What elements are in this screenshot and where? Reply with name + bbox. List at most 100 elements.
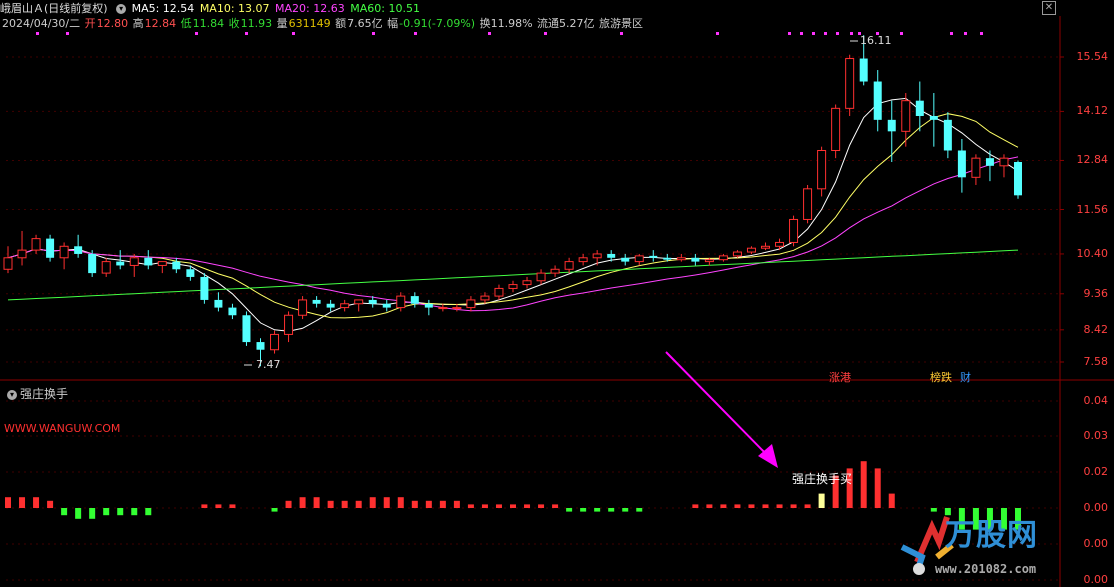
signal-bar-positive [327, 500, 334, 508]
dropdown-icon[interactable]: ▾ [116, 4, 127, 14]
candle-body-up [676, 257, 686, 261]
candle-body-up [480, 295, 490, 301]
ma5-line [7, 97, 1019, 332]
candle-body-down [859, 58, 868, 82]
turnover-value: 换11.98% [479, 17, 533, 30]
signal-bar-negative [271, 508, 278, 512]
marker-dot [836, 32, 839, 35]
candle-body-down [214, 299, 223, 308]
candle-body-up [775, 241, 785, 247]
price-tick-label: 12.84 [1076, 153, 1109, 167]
amount-label: 额 [335, 17, 347, 30]
signal-bar-negative [594, 508, 601, 512]
candle-body-down [985, 158, 994, 166]
candle-body-up [817, 149, 827, 190]
signal-bar-positive [439, 500, 446, 508]
signal-bar-positive [383, 497, 390, 508]
candle-body-up [578, 257, 588, 263]
marker-dot [950, 32, 953, 35]
signal-bar-positive [860, 461, 867, 508]
signal-bar-positive [524, 504, 531, 508]
candle-body-down [691, 257, 700, 262]
signal-bar-positive [5, 497, 11, 508]
ma5-value: MA5: 12.54 [131, 2, 195, 15]
candle-body-up [270, 333, 280, 351]
rank-down-badge[interactable]: 榜跌 [929, 369, 953, 385]
finance-badge[interactable]: 财 [959, 369, 972, 385]
high-value: 12.84 [144, 17, 177, 30]
arrow-shaft [665, 351, 771, 459]
candle-body-up [564, 261, 574, 270]
moving-average-lines [7, 97, 1019, 332]
signal-bar-negative [566, 508, 573, 512]
stock-title[interactable]: 峨眉山Ａ(日线前复权) [0, 2, 108, 15]
signal-bar-positive [201, 504, 208, 508]
indicator-dropdown-icon[interactable]: ▾ [7, 389, 17, 400]
candle-body-up [31, 238, 41, 251]
signal-bar-positive [888, 493, 895, 508]
candle-body-up [59, 245, 69, 259]
marker-dot [245, 32, 248, 35]
signal-bar-positive [313, 497, 320, 508]
candle-body-up [971, 157, 981, 178]
close-label: 收 [228, 17, 240, 30]
signal-bar-positive [467, 504, 474, 508]
marker-dot [788, 32, 791, 35]
signal-bar-positive [692, 504, 699, 508]
candle-body-up [157, 261, 167, 266]
candle-body-up [845, 58, 855, 109]
candle-body-down [663, 257, 672, 260]
signal-bar-positive [762, 504, 769, 508]
indicator-title[interactable]: ▾ 强庄换手 [4, 385, 68, 402]
date-value: 2024/04/30/二 [2, 17, 81, 30]
candle-body-down [88, 253, 97, 274]
signal-bar-positive [33, 497, 40, 508]
signal-bar-positive [552, 504, 559, 508]
sector-value[interactable]: 旅游景区 [599, 17, 643, 30]
signal-bar-negative [580, 508, 587, 512]
low-label: 低 [180, 17, 192, 30]
limit-up-badge[interactable]: 涨港 [828, 369, 852, 385]
indicator-bar-series [5, 461, 1021, 530]
candle-body-up [761, 245, 770, 249]
top-markers [36, 32, 983, 35]
signal-bar-positive [411, 500, 418, 508]
signal-bar-negative [636, 508, 643, 512]
marker-dot [414, 32, 417, 35]
signal-bar-positive [538, 504, 545, 508]
signal-bar-positive [397, 497, 404, 508]
candle-body-up [634, 255, 644, 263]
change-value: -0.91(-7.09%) [399, 17, 476, 30]
price-tick-label: 9.36 [1083, 286, 1109, 300]
low-value: 11.84 [192, 17, 225, 30]
candle-body-down [256, 342, 265, 350]
signal-bar-positive [734, 504, 741, 508]
marker-dot [488, 32, 491, 35]
price-tick-label: 10.40 [1076, 246, 1109, 260]
price-tick-label: 7.58 [1083, 355, 1109, 368]
signal-bar-negative [622, 508, 629, 512]
candle-body-up [129, 257, 139, 266]
candle-body-down [424, 303, 433, 308]
candle-body-down [144, 257, 153, 266]
ma60-value: MA60: 10.51 [350, 2, 420, 15]
price-tick-label: 11.56 [1076, 202, 1109, 216]
indicator-tick-label: 0.04 [1083, 394, 1109, 407]
candle-body-up [901, 100, 911, 132]
signal-bar-negative [75, 508, 82, 519]
header-bar: 峨眉山Ａ(日线前复权) ▾ MA5: 12.54 MA10: 13.07 MA2… [0, 0, 1060, 16]
candle-body-up [396, 295, 406, 309]
candle-body-up [592, 253, 602, 259]
indicator-tick-label: 0.03 [1083, 429, 1109, 442]
close-icon[interactable]: ✕ [1042, 1, 1056, 15]
candle-body-up [536, 272, 546, 282]
candle-body-down [326, 303, 335, 308]
indicator-tick-label: 0.02 [1083, 465, 1109, 478]
marker-dot [36, 32, 39, 35]
signal-bar-positive [215, 504, 222, 508]
marker-dot [900, 32, 903, 35]
signal-bar-positive [776, 504, 783, 508]
candle-body-up [298, 299, 308, 316]
indicator-url[interactable]: WWW.WANGUW.COM [4, 422, 120, 435]
marker-dot [850, 32, 853, 35]
